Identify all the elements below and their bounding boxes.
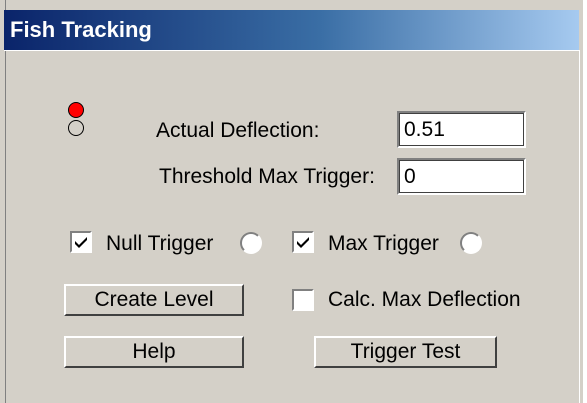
null-trigger-label: Null Trigger [106,232,214,255]
help-button[interactable]: Help [64,336,244,368]
max-trigger-checkbox[interactable] [292,231,314,253]
threshold-max-trigger-field[interactable]: 0 [397,158,526,195]
actual-deflection-field[interactable]: 0.51 [397,111,526,148]
status-led-on-icon [68,102,84,118]
checkmark-icon [297,237,309,248]
actual-deflection-label: Actual Deflection: [156,119,320,142]
trigger-test-button[interactable]: Trigger Test [314,336,497,368]
fish-tracking-window: Fish Tracking Actual Deflection: 0.51 Th… [0,0,585,403]
panel-edge-right [579,50,580,403]
window-left-edge [0,0,6,403]
null-trigger-radio[interactable] [240,232,262,254]
panel-edge-top [4,50,579,51]
calc-max-deflection-label: Calc. Max Deflection [328,288,521,311]
calc-max-deflection-checkbox[interactable] [292,289,314,311]
create-level-button[interactable]: Create Level [64,284,244,316]
max-trigger-radio[interactable] [460,232,482,254]
title-bar[interactable]: Fish Tracking [4,10,579,50]
max-trigger-label: Max Trigger [328,232,439,255]
status-led-off-icon [68,120,84,136]
checkmark-icon [75,237,87,248]
threshold-max-trigger-label: Threshold Max Trigger: [159,165,375,188]
null-trigger-checkbox[interactable] [70,231,92,253]
window-title: Fish Tracking [10,17,152,42]
